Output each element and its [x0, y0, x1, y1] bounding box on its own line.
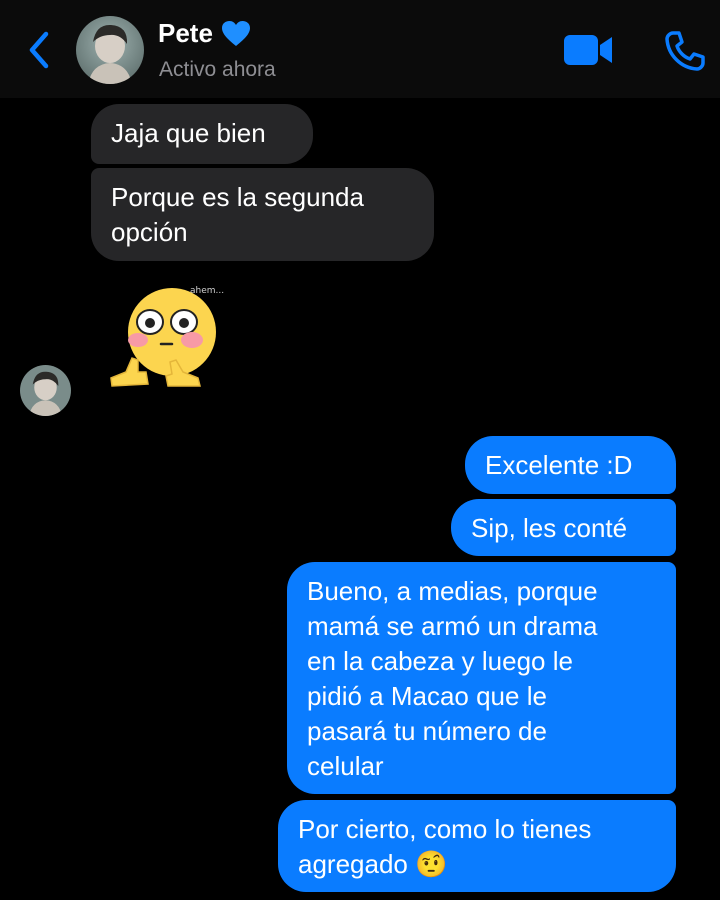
phone-icon: [665, 31, 705, 71]
contact-avatar[interactable]: [76, 16, 144, 84]
incoming-message[interactable]: Porque es la segunda opción: [91, 168, 434, 261]
outgoing-message[interactable]: Sip, les conté: [451, 499, 676, 556]
contact-name[interactable]: Pete: [158, 18, 251, 49]
back-button[interactable]: [22, 28, 56, 72]
outgoing-message[interactable]: Bueno, a medias, porque mamá se armó un …: [287, 562, 676, 794]
video-call-button[interactable]: [562, 32, 614, 68]
chevron-left-icon: [29, 31, 49, 69]
sticker-caption: ahem...: [190, 286, 224, 296]
contact-status: Activo ahora: [159, 58, 276, 81]
chat-header: Pete Activo ahora: [0, 0, 720, 98]
blue-heart-icon: [221, 20, 251, 48]
contact-avatar-small[interactable]: [20, 365, 71, 416]
voice-call-button[interactable]: [664, 30, 706, 72]
incoming-message[interactable]: Jaja que bien: [91, 104, 313, 164]
outgoing-message[interactable]: Por cierto, como lo tienes agregado 🤨: [278, 800, 676, 892]
outgoing-message[interactable]: Excelente :D: [465, 436, 676, 494]
blushing-sticker[interactable]: ahem...: [106, 280, 236, 395]
video-camera-icon: [564, 35, 612, 65]
